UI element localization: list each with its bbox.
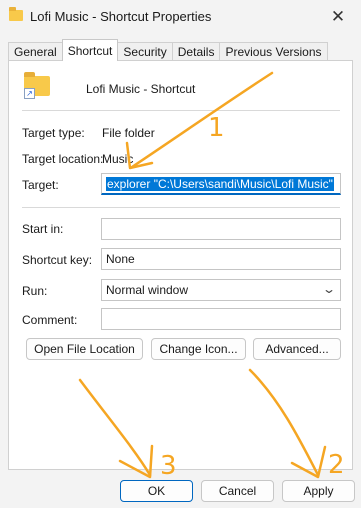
open-file-location-button[interactable]: Open File Location: [26, 338, 143, 360]
shortcut-key-field[interactable]: None: [101, 248, 341, 270]
folder-icon: [9, 7, 23, 21]
target-value: explorer "C:\Users\sandi\Music\Lofi Musi…: [106, 177, 334, 191]
tab-security[interactable]: Security: [117, 42, 173, 61]
shortcut-name: Lofi Music - Shortcut: [86, 82, 196, 96]
ok-button[interactable]: OK: [120, 480, 193, 502]
tab-general[interactable]: General: [8, 42, 63, 61]
tab-shortcut[interactable]: Shortcut: [61, 39, 119, 61]
chevron-down-icon: ⌄: [321, 282, 337, 296]
advanced-button[interactable]: Advanced...: [253, 338, 341, 360]
comment-label: Comment:: [22, 313, 78, 327]
target-location-value: Music: [102, 152, 134, 166]
target-field[interactable]: explorer "C:\Users\sandi\Music\Lofi Musi…: [101, 173, 341, 195]
close-button[interactable]: ✕: [315, 0, 361, 34]
start-in-field[interactable]: [101, 218, 341, 240]
tab-previous-versions[interactable]: Previous Versions: [219, 42, 328, 61]
target-type-label: Target type:: [22, 126, 85, 140]
title-bar: Lofi Music - Shortcut Properties ✕: [0, 0, 361, 34]
shortcut-arrow-icon: ↗: [24, 88, 35, 99]
comment-field[interactable]: [101, 308, 341, 330]
tab-bar: General Shortcut Security Details Previo…: [8, 39, 328, 61]
run-label: Run:: [22, 284, 48, 298]
shortcut-key-label: Shortcut key:: [22, 253, 93, 267]
divider: [22, 110, 340, 111]
shortcut-panel: ↗ Lofi Music - Shortcut Target type: Fil…: [8, 60, 353, 470]
tab-details[interactable]: Details: [171, 42, 221, 61]
window-title: Lofi Music - Shortcut Properties: [30, 9, 212, 24]
target-location-label: Target location:: [22, 152, 104, 166]
apply-button[interactable]: Apply: [282, 480, 355, 502]
shortcut-folder-icon: ↗: [24, 72, 50, 99]
change-icon-button[interactable]: Change Icon...: [151, 338, 246, 360]
target-type-value: File folder: [102, 126, 155, 140]
divider: [22, 207, 340, 208]
target-label: Target:: [22, 178, 59, 192]
start-in-label: Start in:: [22, 222, 64, 236]
run-value: Normal window: [106, 283, 189, 297]
run-select[interactable]: Normal window ⌄: [101, 279, 341, 301]
cancel-button[interactable]: Cancel: [201, 480, 274, 502]
